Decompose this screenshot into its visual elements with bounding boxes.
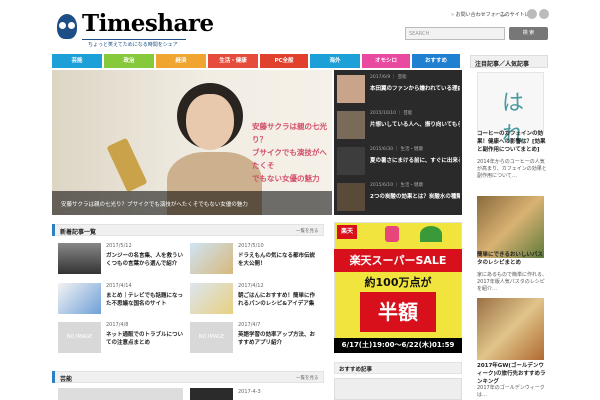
article-date: 2017/4/7 [238, 322, 261, 328]
trophy-image [106, 137, 148, 193]
rss-icon[interactable] [527, 9, 537, 19]
ad-sale-title: 楽天スーパーSALE [334, 249, 462, 272]
article-title[interactable]: ドラえもんの気になる都市伝説を大公開！ [238, 252, 320, 268]
featured-title[interactable]: 夏の暑さにまける前に、すぐに出来る熱中症対策 [370, 156, 460, 164]
hero-line-1: 安藤サクラは親の七光り？ [252, 122, 327, 144]
meta-separator: ｜ [390, 75, 398, 80]
article-thumb[interactable] [190, 283, 233, 314]
featured-date: 2015/10/10 [370, 111, 396, 116]
popular-box [334, 378, 462, 400]
featured-title[interactable]: 2つの炭酸の効果とは？炭酸水の種類と飲み方 [370, 192, 460, 200]
ad-date-range: 6/17(土)19:00〜6/22(木)01:59 [334, 338, 462, 353]
sidebar-item-3-title[interactable]: 2017年GW(ゴールデンウィーク)の旅行先おすすめランキング [477, 362, 547, 386]
featured-date: 2015/6/10 [370, 183, 394, 188]
hero-headline: 安藤サクラは親の七光り？ ブサイクでも演技がへたくそ でもない女優の魅力 [252, 120, 332, 185]
featured-category[interactable]: 生活・健康 [400, 147, 423, 152]
new-articles-more-link[interactable]: 一覧を見る [296, 228, 319, 234]
featured-title[interactable]: 本田翼のファンから嫌われている理由とは？その真相について [370, 84, 460, 92]
featured-thumb[interactable] [337, 111, 365, 139]
article-date: 2017/4/14 [106, 283, 132, 289]
featured-date: 2015/6/30 [370, 147, 394, 152]
featured-meta: 2015/6/30 ｜ 生活・健康 [370, 146, 423, 152]
nav-tab-3[interactable]: 生活・健康 [208, 54, 258, 68]
sidebar-thumb-3[interactable] [477, 298, 544, 360]
site-logo[interactable]: Timeshare [82, 10, 214, 37]
section-accent [52, 371, 55, 383]
featured-title[interactable]: 片想いしている人へ、振り向いてもらえる方法 [370, 120, 460, 128]
hero-face [186, 94, 234, 150]
sidebar-header: 注目記事／人気記事 [470, 55, 548, 68]
sidebar-thumb-2[interactable] [477, 196, 544, 258]
article-date: 2017/4/12 [238, 283, 264, 289]
article-thumb[interactable] [58, 243, 101, 274]
twitter-icon[interactable] [539, 9, 549, 19]
rakuten-logo: 楽天 [337, 225, 357, 239]
featured-category[interactable]: 芸能 [403, 111, 412, 116]
article-title[interactable]: 英語学習の効率アップ方法、おすすめアプリ紹介 [238, 331, 320, 347]
swimsuit-icon [385, 226, 399, 242]
sidebar-item-3-desc: 2017年のゴールデンウィークは… [477, 385, 545, 398]
nav-tab-4[interactable]: PC全般 [260, 54, 308, 68]
featured-category[interactable]: 芸能 [398, 75, 407, 80]
about-link[interactable]: このサイトに [495, 11, 530, 18]
featured-date: 2017/6/9 [370, 75, 391, 80]
nav-tab-1[interactable]: 政治 [104, 54, 154, 68]
section-accent [52, 224, 55, 236]
geino-more-link[interactable]: 一覧を見る [296, 375, 319, 381]
featured-thumb[interactable] [337, 147, 365, 175]
sidebar-item-2-desc: 家にあるもので簡単に作れる、2017年版人気パスタのレシピを紹介… [477, 272, 548, 292]
site-tagline: ちょっと笑えてためになる時間をシェア [88, 42, 178, 48]
nav-tab-0[interactable]: 芸能 [52, 54, 102, 68]
geino-date: 2017-4-3 [238, 389, 261, 395]
featured-thumb[interactable] [337, 183, 365, 211]
article-thumb[interactable] [190, 243, 233, 274]
article-date: 2017/4/8 [106, 322, 129, 328]
featured-meta: 2017/6/9 ｜ 芸能 [370, 74, 407, 80]
hero-caption[interactable]: 安藤サクラは親の七光り？ブサイクでも演技がへたくそでもない女優の魅力 [52, 191, 332, 215]
hero-line-3: でもない女優の魅力 [252, 174, 320, 183]
ad-half-price: 半額 [360, 292, 436, 332]
sidebar-thumb-1[interactable]: はれ [477, 72, 544, 148]
ad-subtitle: 約100万点が [364, 276, 432, 289]
sidebar-item-1-desc: 2014年からのコーヒーの人気が高まり、カフェインの効果と副作用について… [477, 159, 547, 179]
article-thumb[interactable]: NO IMAGE [190, 322, 233, 353]
nav-tab-7[interactable]: おすすめ [412, 54, 460, 68]
new-articles-title: 新着記事一覧 [60, 229, 97, 236]
watermelon-icon [420, 226, 442, 242]
search-button[interactable]: 検 索 [509, 27, 548, 40]
nav-tab-2[interactable]: 経済 [156, 54, 206, 68]
geino-thumb[interactable] [58, 388, 183, 400]
article-date: 2017/5/12 [106, 243, 132, 249]
article-title[interactable]: ネット通販でのトラブルについての注意点まとめ [106, 331, 188, 347]
featured-thumb[interactable] [337, 75, 365, 103]
geino-header [52, 371, 324, 383]
article-thumb[interactable] [58, 283, 101, 314]
search-input[interactable]: SEARCH [405, 27, 505, 40]
featured-meta: 2015/10/10 ｜ 芸能 [370, 110, 412, 116]
owl-logo-icon[interactable] [57, 14, 77, 39]
hero-line-2: ブサイクでも演技がへたくそ [252, 148, 327, 170]
geino-title: 芸能 [60, 376, 73, 383]
featured-meta: 2015/6/10 ｜ 生活・健康 [370, 182, 423, 188]
article-title[interactable]: ガンジーの名言集、人を救ういくつもの言葉から選んで紹介 [106, 252, 188, 268]
geino-thumb-2[interactable] [190, 388, 233, 400]
article-title[interactable]: 朝ごはんにおすすめ！簡単に作れるパンのレシピ&アイデア集 [238, 292, 320, 308]
sidebar-item-2-title[interactable]: 簡単にできるおいしいパスタのレシピまとめ [477, 251, 547, 267]
logo-underline [82, 39, 186, 40]
sidebar-item-1-title[interactable]: コーヒーのカフェインの効果！健康への影響は？[効果と副作用についてまとめ] [477, 130, 547, 154]
nav-tab-5[interactable]: 海外 [310, 54, 360, 68]
nav-tab-6[interactable]: オモシロ [362, 54, 410, 68]
article-thumb[interactable]: NO IMAGE [58, 322, 101, 353]
featured-category[interactable]: 生活・健康 [400, 183, 423, 188]
popular-title: おすすめ記事 [339, 367, 373, 373]
article-date: 2017/5/10 [238, 243, 264, 249]
article-title[interactable]: まとめ｜テレビでも話題になった不思議な国名のサイト [106, 292, 188, 308]
